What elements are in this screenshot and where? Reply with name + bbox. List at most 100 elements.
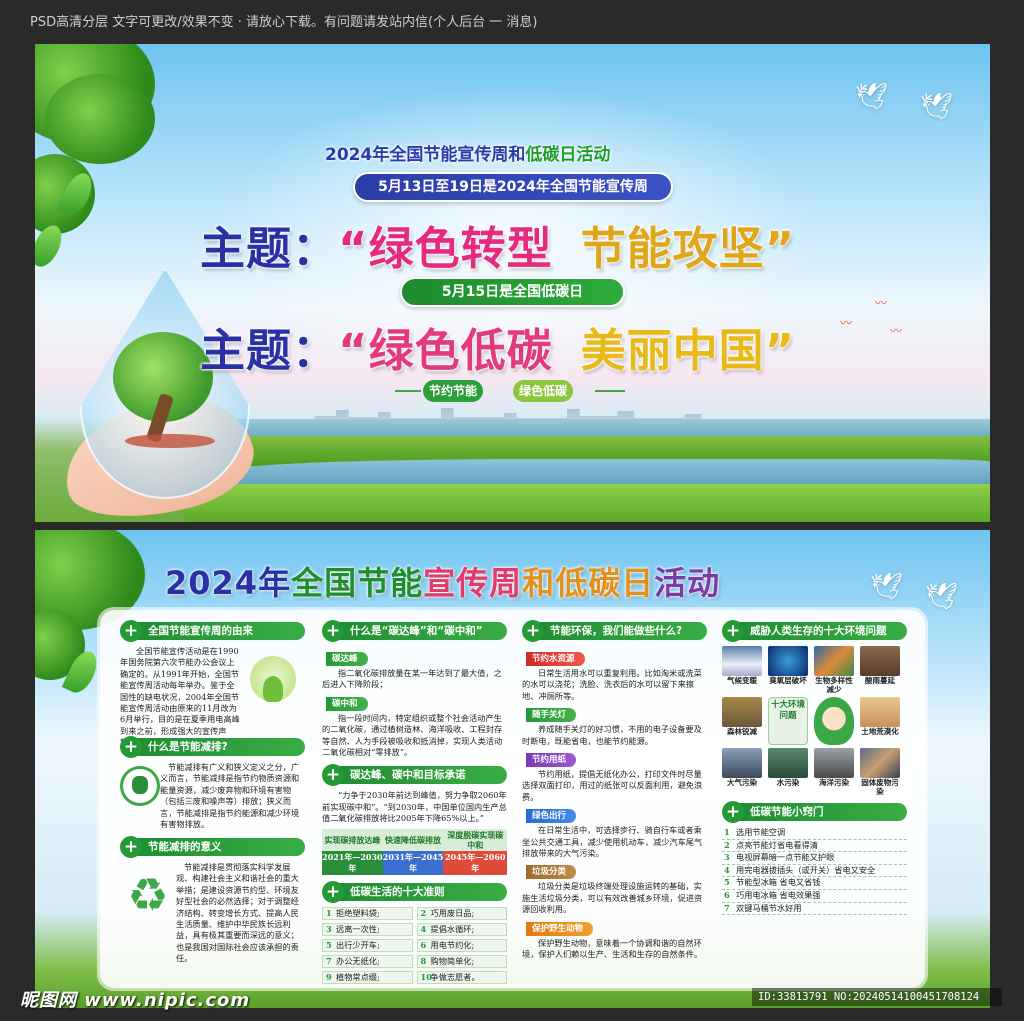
paper-saving-text: 节约用纸，提倡无纸化办公，打印文件时尽量选择双面打印，用过的纸张可以反面利用，避… (522, 769, 703, 802)
issue-label: 酸雨蔓延 (865, 676, 895, 685)
section-header: + 低碳节能小窍门 (722, 801, 907, 823)
theme-label: 主题： (200, 324, 339, 377)
slogan-tag: 节约节能 (423, 380, 484, 402)
tree-foliage (45, 74, 155, 164)
column-2: + 什么是“碳达峰”和“碳中和” 碳达峰 指二氧化碳排放量在某一年达到了最大值，… (322, 620, 507, 984)
desertification-photo (860, 697, 900, 727)
site-watermark: 昵图网 www.nipic.com (20, 990, 251, 1011)
timeline-years: 2021年—2030年 (322, 850, 383, 875)
peak-definition: 指二氧化碳排放量在某一年达到了最大值，之后进入下降阶段； (322, 668, 502, 690)
divider (395, 390, 421, 392)
subheading-tag: 保护野生动物 (526, 921, 594, 936)
tip-item: 4 用完电器拔插头（或开关）省电又安全 (722, 865, 907, 878)
section-header: + 威胁人类生存的十大环境问题 (722, 620, 907, 642)
subheading-tag: 垃圾分类 (526, 865, 577, 880)
section-header: + 什么是“碳达峰”和“碳中和” (322, 620, 507, 642)
event-title-part1: 2024年全国节能宣传周和 (325, 145, 526, 165)
water-saving-text: 日常生活用水可以重复利用。比如淘米或洗菜的水可以浇花；洗脸、洗衣后的水可以留下来… (522, 668, 702, 701)
board-title-seg: 活动 (654, 564, 721, 602)
section-title: 什么是节能减排? (134, 738, 305, 756)
dove-icon: 🕊 (855, 82, 889, 112)
theme2-part1: “绿色低碳 (338, 324, 553, 377)
wildlife-text: 保护野生动物，意味着一个协调和谐的自然环境，保护人们赖以生产、生活和生存的自然条… (522, 937, 703, 960)
top-notice-bar: PSD高清分层 文字可更改/效果不变 · 请放心下载。有问题请发站内信(个人后台… (0, 0, 1024, 40)
soil (125, 434, 215, 448)
green-travel-text: 在日常生活中，可选择步行、骑自行车或者乘坐公共交通工具，减少使用机动车，减少汽车… (522, 825, 703, 859)
section-body: 节能减排有广义和狭义定义之分，广义而言，节能减排是指节约物质资源和能量资源，减少… (120, 762, 305, 832)
rule-item: 5 出行少开车; (322, 938, 413, 952)
bird-icon: 〰 (890, 324, 903, 338)
issue-label: 森林锐减 (727, 727, 757, 736)
issue-card: 固体废物污染 (860, 748, 900, 797)
tip-item: 2 点亮节能灯省电看得清 (722, 840, 907, 853)
neutral-definition: 指一段时间内，特定组织或整个社会活动产生的二氧化碳，通过植树造林、海洋吸收、工程… (322, 712, 503, 758)
top-notice-text: PSD高清分层 文字可更改/效果不变 · 请放心下载。有问题请发站内信(个人后台… (30, 15, 538, 30)
dove-icon: 🕊 (925, 582, 959, 612)
issue-card: 生物多样性减少 (814, 646, 854, 695)
section-title: 节能减排的意义 (134, 838, 305, 856)
theme1-part2: 节能攻坚” (580, 222, 796, 275)
lake (235, 459, 990, 487)
ten-issues-label: 十大环境问题 (768, 697, 808, 745)
board-title: 2024年全国节能宣传周和低碳日活动 (165, 558, 720, 604)
definition-text: 节能减排有广义和狭义定义之分，广义而言，节能减排是指节约物质资源和能量资源，减少… (160, 762, 300, 830)
earth-mascot-icon (814, 697, 854, 745)
column-4: + 威胁人类生存的十大环境问题 气候变暖 臭氧层破坏 生物多样性减少 酸雨蔓延 … (722, 620, 907, 916)
section-title: 全国节能宣传周的由来 (134, 622, 305, 640)
issue-card: 臭氧层破坏 (768, 646, 808, 695)
tip-item: 7 双键马桶节水好用 (722, 903, 907, 916)
rule-item: 3 远离一次性; (322, 922, 413, 936)
plus-icon: + (522, 620, 544, 642)
section-header: + 节能环保，我们能做些什么? (522, 620, 707, 642)
rule-item: 8 购物简单化; (416, 954, 507, 968)
plus-icon: + (120, 836, 142, 858)
water-pollution-photo (768, 748, 808, 778)
tip-item: 5 节能型冰箱 省电又省钱 (722, 877, 907, 890)
section-header: + 碳达峰、碳中和目标承诺 (322, 764, 507, 787)
subheading-tag: 碳达峰 (326, 652, 368, 666)
issue-card: 海洋污染 (814, 748, 854, 797)
section-title: 节能环保，我们能做些什么? (536, 622, 707, 640)
waste-sorting-text: 垃圾分类是垃圾终端处理设施运转的基础，实施生活垃圾分类，可以有效改善城乡环境，促… (522, 881, 703, 915)
issue-center: 十大环境问题 (768, 697, 808, 746)
person-figure (132, 776, 148, 794)
biodiversity-photo (814, 646, 854, 676)
section-title: 碳达峰、碳中和目标承诺 (336, 766, 507, 785)
subheading-tag: 节约水资源 (526, 652, 585, 666)
subheading-tag: 节约用纸 (526, 753, 577, 768)
issue-card: 土地荒漠化 (860, 697, 900, 746)
low-carbon-rules: 1 拒绝塑料袋; 2 巧用废日品; 3 远离一次性; 4 提倡水循环; 5 出行少开车; … (322, 906, 507, 984)
section-title: 什么是“碳达峰”和“碳中和” (336, 622, 507, 640)
timeline-years: 2045年—2060年 (443, 850, 507, 875)
event-title-part2: 低碳日活动 (525, 145, 611, 165)
air-pollution-photo (722, 748, 762, 778)
week-dates-pill: 5月13日至19日是2024年全国节能宣传周 (353, 172, 673, 202)
column-1: + 全国节能宣传周的由来 全国节能宣传活动是在1990年国务院第六次节能办公会议… (120, 620, 305, 963)
tip-item: 6 巧用电冰箱 省电效果强 (722, 890, 907, 903)
theme-line-2: 主题：“绿色低碳 美丽中国” (200, 314, 795, 379)
issue-label: 生物多样性减少 (815, 676, 853, 694)
slogan-tags: 节约节能 绿色低碳 (395, 380, 625, 402)
plus-icon: + (322, 880, 344, 903)
banner-panel-bottom: 🕊 🕊 2024年全国节能宣传周和低碳日活动 + 全国节能宣传周的由来 全国节能… (35, 530, 990, 1008)
bird-icon: 〰 (840, 316, 853, 330)
tip-item: 3 电视屏幕暗一点节能又护眼 (722, 852, 907, 865)
section-header: + 低碳生活的十大准则 (322, 880, 507, 903)
issue-label: 土地荒漠化 (861, 727, 899, 736)
issue-card: 大气污染 (722, 748, 762, 797)
issue-card: 森林锐减 (722, 697, 762, 746)
board-title-seg: 宣传周 (423, 564, 523, 602)
plus-icon: + (120, 736, 142, 758)
glacier-photo (722, 646, 762, 676)
rule-item: 10争做志愿者。 (416, 970, 507, 984)
ozone-photo (768, 646, 808, 676)
board-title-seg: 和低碳日 (522, 564, 655, 602)
dove-icon: 🕊 (870, 572, 904, 602)
section-title: 威胁人类生存的十大环境问题 (736, 622, 907, 640)
rule-item: 6 用电节约化; (416, 938, 507, 952)
timeline-years: 2031年—2045年 (382, 850, 444, 875)
rule-item: 9 植物常点缀; (322, 970, 413, 984)
divider (595, 390, 625, 392)
energy-tips-list: 1 选用节能空调 2 点亮节能灯省电看得清 3 电视屏幕暗一点节能又护眼 4 用完电器拔… (722, 827, 907, 916)
image-id-watermark: ID:33813791 NO:20240514100451708124 (752, 988, 1002, 1006)
